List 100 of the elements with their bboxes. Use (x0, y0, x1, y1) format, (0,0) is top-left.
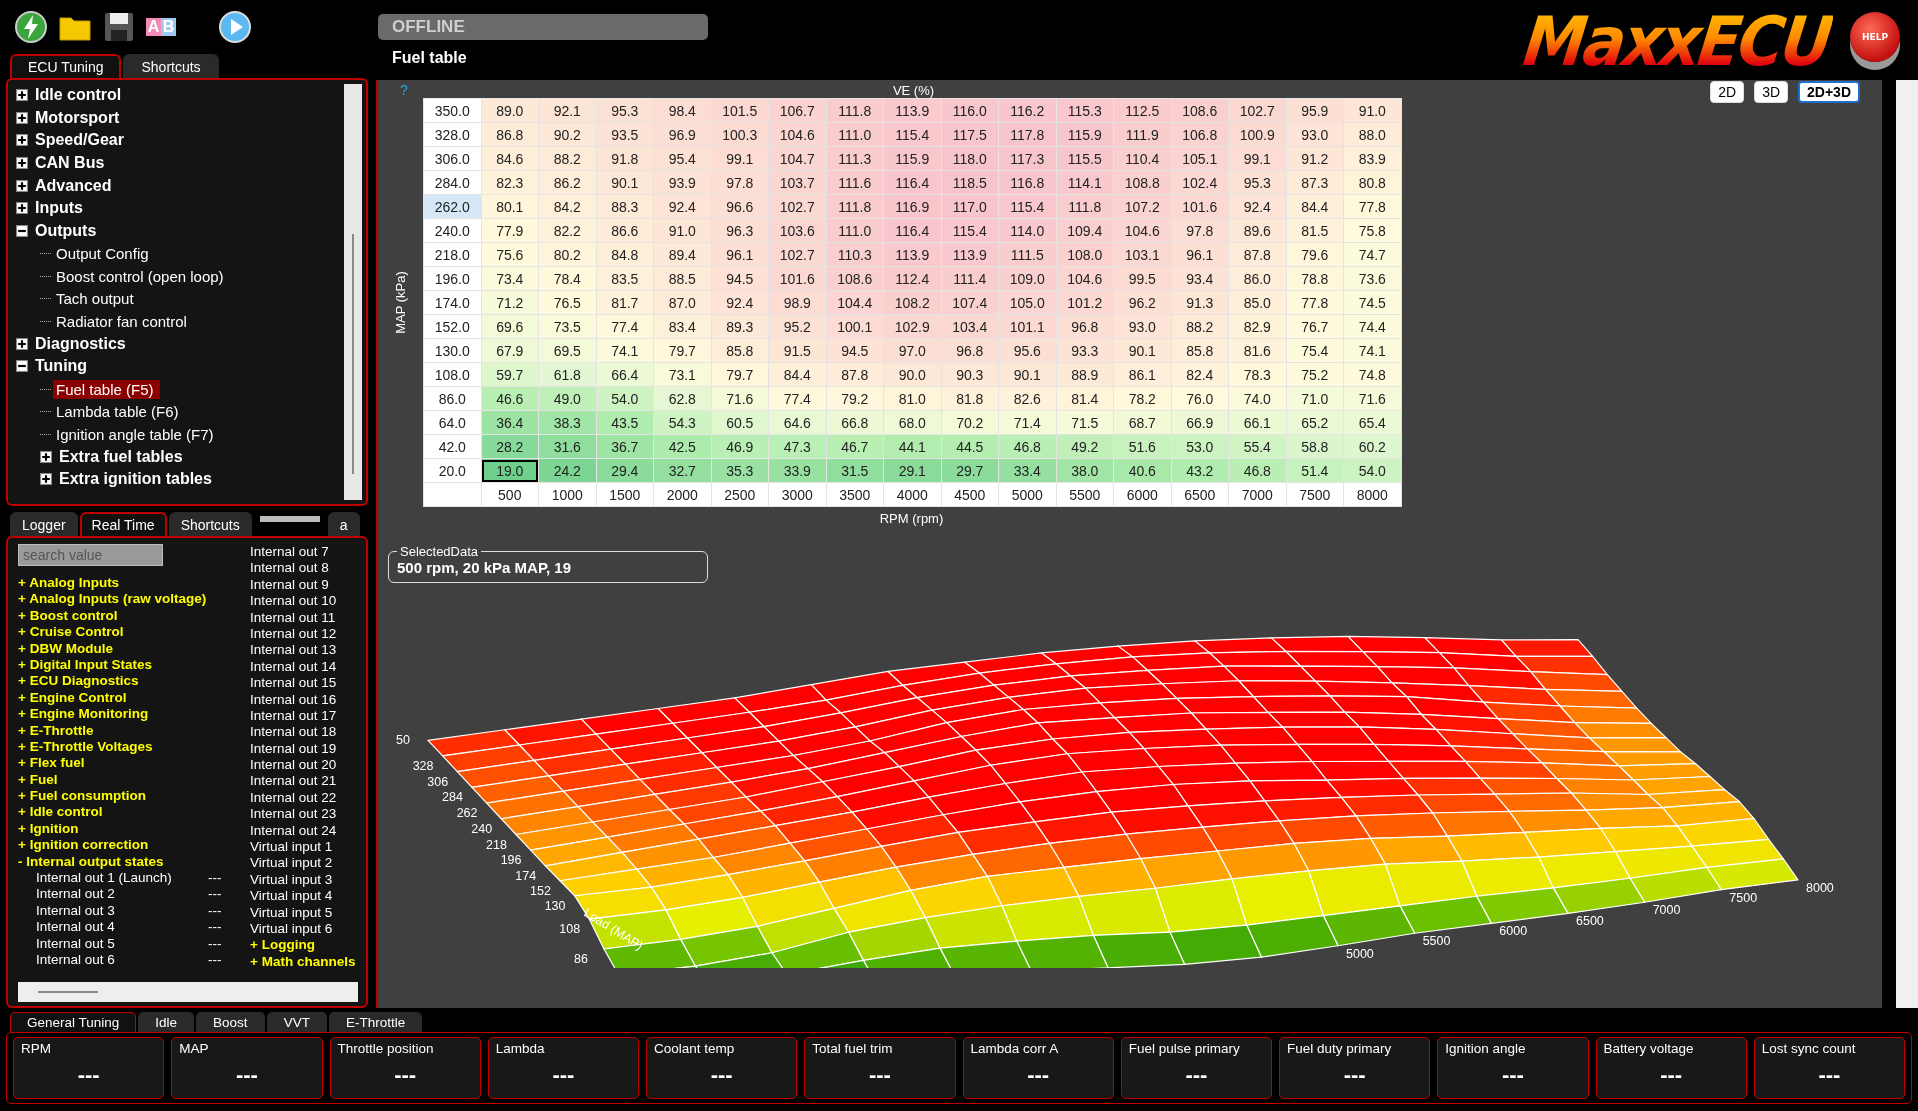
scrollbar[interactable] (1896, 80, 1918, 1008)
view-button[interactable]: 2D (1710, 81, 1745, 103)
channel-category[interactable]: + Fuel (18, 771, 250, 789)
channel-category[interactable]: + ECU Diagnostics (18, 673, 250, 690)
tree-item[interactable]: Tuning (32, 356, 94, 377)
channel-category[interactable]: + Flex fuel (18, 755, 250, 772)
channel-category[interactable]: + Math channels (250, 953, 362, 971)
tab[interactable]: a (327, 512, 360, 536)
table-cell[interactable]: 106.7 (768, 98, 826, 123)
tree-item[interactable]: Motorsport (32, 107, 126, 128)
view-button[interactable]: 3D (1754, 81, 1789, 103)
table-cell[interactable]: 102.7 (1228, 98, 1286, 123)
tree-item[interactable]: Idle control (32, 85, 128, 106)
channel-category[interactable]: + Ignition (18, 820, 250, 838)
tree-item[interactable]: Ignition angle table (F7) (53, 424, 220, 444)
row-header[interactable]: 152.0 (423, 314, 481, 339)
tree-item[interactable]: Output Config (53, 243, 155, 263)
expand-icon[interactable] (16, 157, 28, 170)
tree-item[interactable]: Inputs (32, 198, 89, 219)
channel-category[interactable]: + Logging (250, 937, 362, 954)
table-cell[interactable]: 95.9 (1286, 98, 1344, 123)
table-cell[interactable]: 108.6 (1171, 98, 1229, 123)
row-header[interactable]: 174.0 (423, 290, 481, 315)
table-cell[interactable]: 115.3 (1056, 98, 1114, 123)
channel-category[interactable]: + Analog Inputs (18, 575, 250, 592)
tree-item[interactable]: Radiator fan control (53, 311, 193, 331)
table-cell[interactable]: 89.0 (481, 98, 539, 123)
row-header[interactable]: 306.0 (423, 146, 481, 171)
expand-icon[interactable] (40, 473, 52, 486)
collapse-icon[interactable] (16, 224, 28, 237)
tree-item[interactable]: Lambda table (F6) (53, 402, 185, 422)
channel-category[interactable]: + Cruise Control (18, 624, 250, 641)
channel-category[interactable]: + Ignition correction (18, 837, 250, 854)
tree-item[interactable]: Fuel table (F5) (53, 379, 160, 399)
channel-category[interactable]: + Digital Input States (18, 656, 250, 674)
table-cell[interactable]: 98.4 (653, 98, 711, 123)
tab[interactable]: Real Time (79, 512, 167, 536)
search-field[interactable]: search value (18, 544, 163, 566)
table-cell[interactable]: 113.9 (883, 98, 941, 123)
tab[interactable]: Shortcuts (168, 512, 252, 536)
tab[interactable]: Logger (10, 512, 78, 536)
channel-category[interactable]: + E-Throttle Voltages (18, 738, 250, 756)
tree-item[interactable]: Diagnostics (32, 333, 132, 354)
channel-category[interactable]: + DBW Module (18, 640, 250, 657)
row-header[interactable]: 42.0 (423, 434, 481, 459)
tab[interactable]: General Tuning (10, 1012, 137, 1032)
row-header[interactable]: 284.0 (423, 170, 481, 195)
expand-icon[interactable] (16, 179, 28, 192)
row-header[interactable]: 108.0 (423, 362, 481, 387)
row-header[interactable]: 64.0 (423, 410, 481, 435)
row-header[interactable]: 328.0 (423, 122, 481, 147)
channel-category[interactable]: - Internal output states (18, 853, 250, 871)
expand-icon[interactable] (16, 111, 28, 124)
expand-icon[interactable] (16, 337, 28, 350)
tab[interactable]: Boost (196, 1012, 265, 1032)
play-icon[interactable] (218, 10, 252, 44)
tab[interactable]: ECU Tuning (10, 54, 122, 78)
channel-category[interactable]: + Boost control (18, 607, 250, 625)
channel-category[interactable]: + E-Throttle (18, 722, 250, 739)
table-cell[interactable]: 116.0 (941, 98, 999, 123)
collapse-icon[interactable] (16, 360, 28, 373)
view-button[interactable]: 2D+3D (1798, 81, 1860, 103)
tree-item[interactable]: Extra ignition tables (56, 469, 218, 490)
tree-item[interactable]: Tach output (53, 289, 140, 309)
table-cell[interactable]: 111.8 (826, 98, 884, 123)
table-cell[interactable]: 116.2 (998, 98, 1056, 123)
tree-item[interactable]: Boost control (open loop) (53, 266, 230, 286)
row-header[interactable]: 86.0 (423, 386, 481, 411)
tree-item[interactable]: Advanced (32, 175, 118, 196)
tab[interactable]: Shortcuts (123, 54, 219, 78)
row-header[interactable]: 130.0 (423, 338, 481, 363)
table-cell[interactable]: 101.5 (711, 98, 769, 123)
tab-scroll-bar[interactable] (259, 516, 320, 522)
expand-icon[interactable] (16, 202, 28, 215)
row-header[interactable]: 20.0 (423, 458, 481, 483)
scrollbar[interactable] (18, 982, 358, 1002)
table-cell[interactable]: 112.5 (1113, 98, 1171, 123)
expand-icon[interactable] (16, 89, 28, 102)
help-link[interactable]: ? (400, 82, 420, 98)
tree-item[interactable]: Extra fuel tables (56, 446, 189, 467)
table-cell[interactable]: 95.3 (596, 98, 654, 123)
tree-item[interactable]: Speed/Gear (32, 130, 130, 151)
row-header[interactable]: 262.0 (423, 194, 481, 219)
row-header[interactable]: 218.0 (423, 242, 481, 267)
channel-category[interactable]: + Engine Control (18, 689, 250, 707)
tree-item[interactable]: CAN Bus (32, 153, 111, 174)
channel-category[interactable]: + Engine Monitoring (18, 706, 250, 723)
table-cell[interactable]: 91.0 (1343, 98, 1401, 123)
channel-category[interactable]: + Fuel consumption (18, 788, 250, 805)
tree-item[interactable]: Outputs (32, 220, 103, 241)
expand-icon[interactable] (16, 134, 28, 147)
channel-category[interactable]: + Analog Inputs (raw voltage) (18, 591, 250, 608)
scrollbar[interactable] (344, 84, 362, 500)
expand-icon[interactable] (40, 450, 52, 463)
tab[interactable]: Idle (138, 1012, 195, 1032)
table-cell[interactable]: 92.1 (538, 98, 596, 123)
row-header[interactable]: 240.0 (423, 218, 481, 243)
row-header[interactable]: 196.0 (423, 266, 481, 291)
channel-category[interactable]: + Idle control (18, 804, 250, 821)
tab[interactable]: E-Throttle (328, 1012, 423, 1032)
